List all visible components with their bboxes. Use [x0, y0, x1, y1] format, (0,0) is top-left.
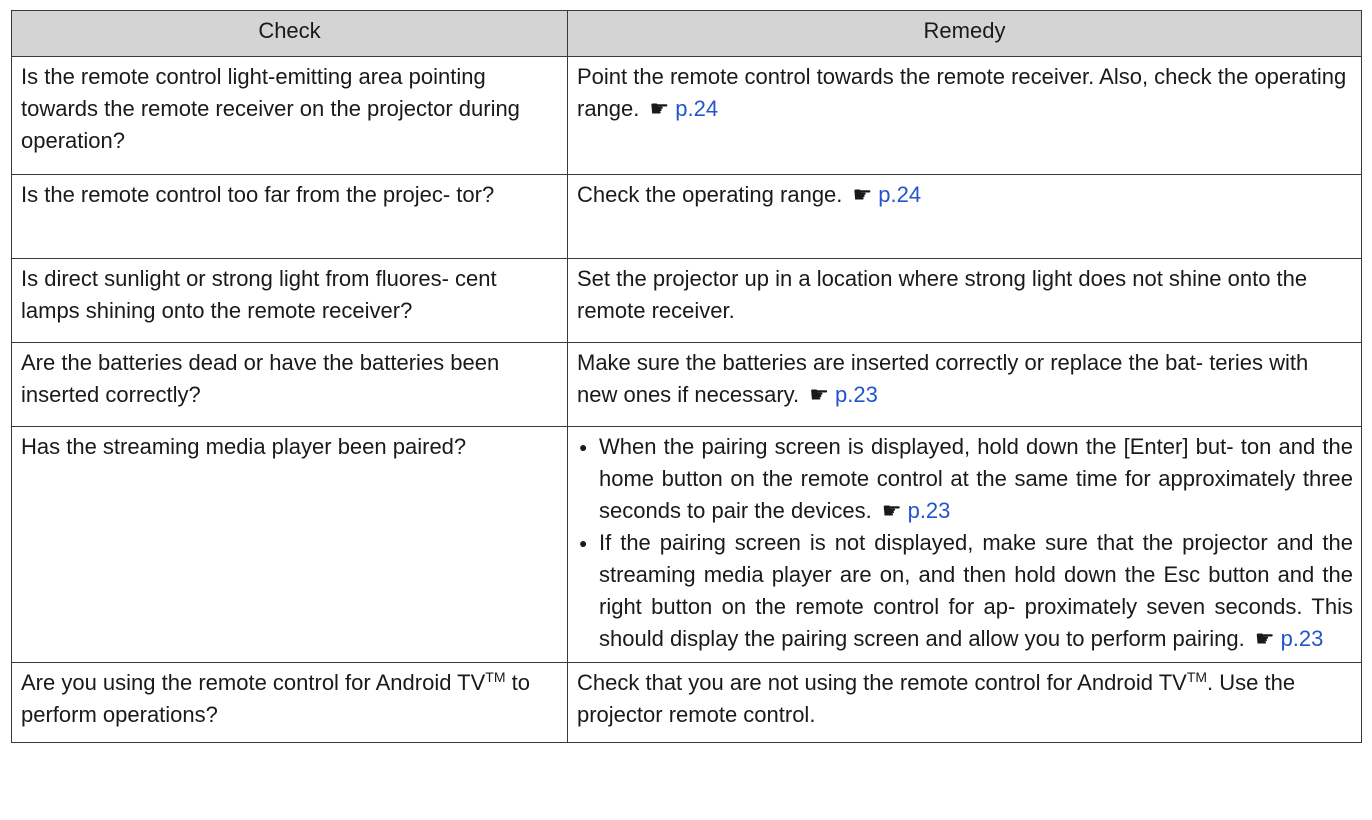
table-header-row: Check Remedy [11, 10, 1362, 57]
bullet-text: When the pairing screen is displayed, ho… [599, 434, 1353, 523]
remedy-cell: Set the projector up in a location where… [567, 258, 1362, 343]
remedy-cell: Make sure the batteries are inserted cor… [567, 342, 1362, 427]
table-row: Are the batteries dead or have the batte… [11, 342, 1362, 427]
troubleshooting-table: Check Remedy Is the remote control light… [11, 10, 1362, 743]
page-reference-link[interactable]: p.23 [1281, 626, 1324, 651]
table-row: Are you using the remote control for And… [11, 662, 1362, 743]
bullet-text: If the pairing screen is not displayed, … [599, 530, 1353, 651]
page-reference-link[interactable]: p.24 [675, 96, 718, 121]
remedy-text: Make sure the batteries are inserted cor… [577, 350, 1309, 407]
remedy-text: Check the operating range. [577, 182, 843, 207]
pointing-hand-icon: ☛ [881, 498, 902, 523]
remedy-bullet-list: When the pairing screen is displayed, ho… [577, 431, 1353, 655]
remedy-cell: When the pairing screen is displayed, ho… [567, 426, 1362, 663]
pointing-hand-icon: ☛ [809, 382, 830, 407]
table-row: Has the streaming media player been pair… [11, 426, 1362, 663]
trademark-superscript: TM [1186, 669, 1208, 685]
check-cell: Has the streaming media player been pair… [11, 426, 568, 663]
table-row: Is the remote control light-emitting are… [11, 56, 1362, 175]
remedy-cell: Point the remote control towards the rem… [567, 56, 1362, 175]
table-row: Is direct sunlight or strong light from … [11, 258, 1362, 343]
pointing-hand-icon: ☛ [852, 182, 873, 207]
check-text: Are you using the remote control for And… [21, 670, 486, 695]
check-cell: Is the remote control too far from the p… [11, 174, 568, 259]
remedy-text: Check that you are not using the remote … [577, 670, 1187, 695]
check-cell: Is the remote control light-emitting are… [11, 56, 568, 175]
list-item: When the pairing screen is displayed, ho… [577, 431, 1353, 527]
page-reference-link[interactable]: p.23 [908, 498, 951, 523]
table-row: Is the remote control too far from the p… [11, 174, 1362, 259]
pointing-hand-icon: ☛ [649, 96, 670, 121]
page-reference-link[interactable]: p.23 [835, 382, 878, 407]
check-column-header: Check [11, 10, 568, 57]
check-cell: Is direct sunlight or strong light from … [11, 258, 568, 343]
check-cell: Are you using the remote control for And… [11, 662, 568, 743]
pointing-hand-icon: ☛ [1254, 626, 1275, 651]
page-reference-link[interactable]: p.24 [878, 182, 921, 207]
check-cell: Are the batteries dead or have the batte… [11, 342, 568, 427]
list-item: If the pairing screen is not displayed, … [577, 527, 1353, 655]
remedy-column-header: Remedy [567, 10, 1362, 57]
trademark-superscript: TM [485, 669, 506, 685]
remedy-cell: Check that you are not using the remote … [567, 662, 1362, 743]
remedy-cell: Check the operating range. ☛ p.24 [567, 174, 1362, 259]
